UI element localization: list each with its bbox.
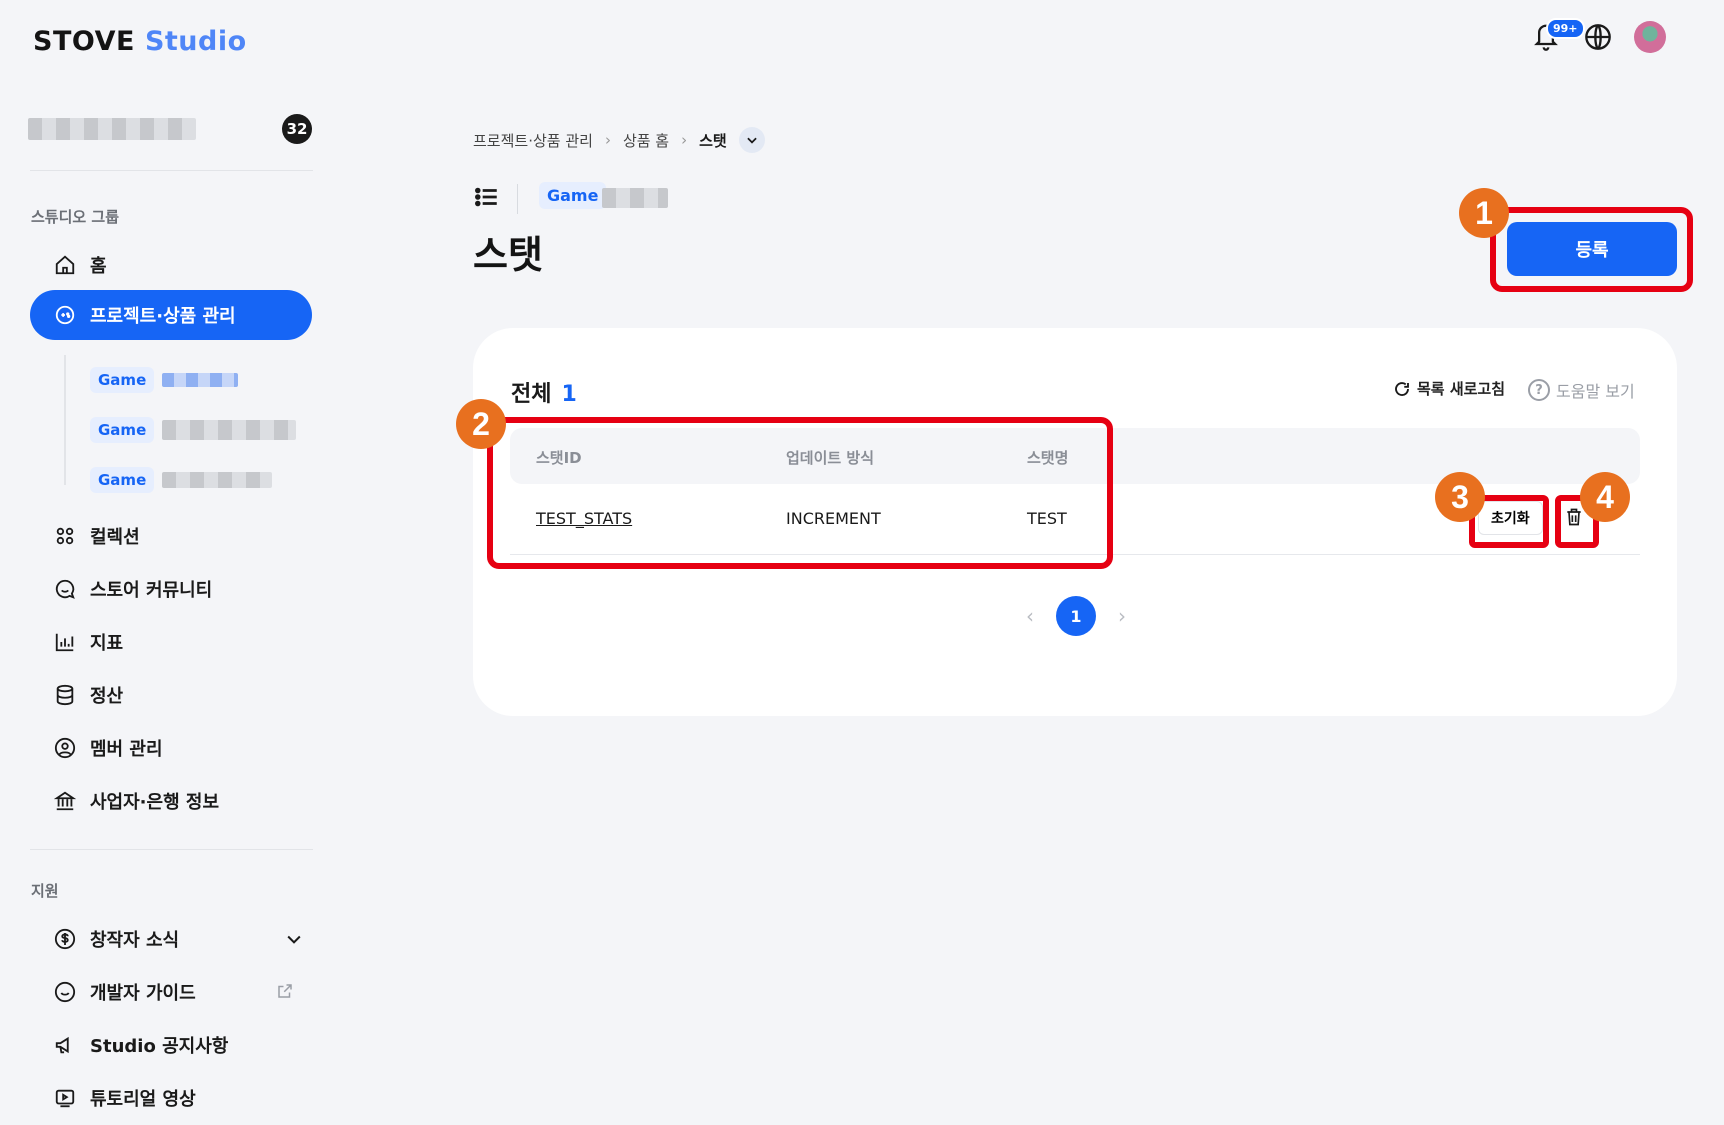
breadcrumb-dropdown[interactable]: [738, 127, 765, 153]
breadcrumb-item[interactable]: 상품 홈: [623, 130, 669, 151]
project-name-blurred: [162, 420, 297, 440]
sidebar-item-label: 컬렉션: [90, 527, 140, 548]
sidebar-item-label: 홈: [90, 256, 107, 277]
breadcrumb-current: 스탯: [699, 131, 727, 150]
sidebar-item-label: 정산: [90, 686, 124, 707]
next-page-button[interactable]: ›: [1118, 604, 1126, 628]
collection-icon: [56, 527, 74, 545]
sidebar-item-collection[interactable]: 컬렉션: [30, 511, 312, 561]
bank-icon: [54, 791, 76, 811]
notification-badge: 99+: [1546, 18, 1585, 39]
support-label: 지원: [31, 882, 59, 900]
help-label: 도움말 보기: [1556, 382, 1635, 401]
studio-logo[interactable]: STOVE Studio: [33, 26, 247, 57]
register-button[interactable]: 등록: [1507, 222, 1677, 276]
refresh-label: 목록 새로고침: [1417, 380, 1506, 398]
project-sub-item[interactable]: Game: [66, 405, 297, 455]
refresh-list-button[interactable]: 목록 새로고침: [1393, 378, 1505, 399]
sidebar-item-label: 멤버 관리: [90, 739, 163, 760]
project-name-blurred: [602, 188, 668, 208]
notification-button[interactable]: 99+: [1532, 18, 1585, 54]
avatar[interactable]: [1634, 21, 1666, 53]
sidebar-item-label: 스토어 커뮤니티: [90, 580, 213, 601]
sidebar-item-store-community[interactable]: 스토어 커뮤니티: [30, 564, 312, 614]
user-circle-icon: [54, 737, 76, 759]
sidebar-item-label: 지표: [90, 633, 124, 654]
game-tag: Game: [90, 367, 155, 393]
highlight-box-table: [487, 417, 1113, 569]
page-title: 스탯: [473, 233, 543, 277]
help-icon: ?: [1528, 379, 1550, 401]
sidebar-divider: [30, 170, 313, 171]
breadcrumb: 프로젝트·상품 관리 › 상품 홈 › 스탯: [473, 127, 765, 153]
globe-icon[interactable]: [1584, 23, 1612, 51]
list-icon[interactable]: [474, 184, 500, 210]
database-icon: [56, 684, 74, 706]
step-marker: 4: [1580, 472, 1630, 522]
sidebar-item-studio-notice[interactable]: Studio 공지사항: [30, 1020, 312, 1070]
home-icon: [55, 255, 75, 275]
refresh-icon: [1395, 381, 1409, 396]
project-sub-list: Game Game Game: [64, 355, 297, 493]
chat-smile-icon: [55, 579, 75, 599]
logo-studio: Studio: [144, 26, 247, 57]
chevron-right-icon: ›: [604, 131, 611, 149]
sidebar-item-settlement[interactable]: 정산: [30, 670, 312, 720]
megaphone-icon: [55, 1036, 69, 1054]
project-sub-item[interactable]: Game: [66, 355, 296, 405]
help-button[interactable]: ? 도움말 보기: [1528, 378, 1635, 402]
studio-group-label: 스튜디오 그룹: [31, 208, 120, 226]
project-sub-item[interactable]: Game: [66, 455, 296, 505]
project-name-blurred: [162, 373, 239, 387]
sidebar-item-metrics[interactable]: 지표: [30, 617, 312, 667]
external-link-icon: [278, 984, 292, 998]
sidebar-item-creator-news[interactable]: 창작자 소식: [30, 914, 312, 964]
project-name-blurred: [162, 472, 273, 488]
support-nav: 창작자 소식 개발자 가이드 Studio 공지사항 튜토리얼 영상: [30, 914, 312, 1123]
step-marker: 1: [1459, 188, 1509, 238]
game-tag: Game: [90, 467, 155, 493]
sidebar-item-label: 프로젝트·상품 관리: [90, 306, 236, 327]
gamepad-icon: [55, 305, 75, 325]
logo-stove: STOVE: [33, 26, 135, 57]
sidebar-item-label: 창작자 소식: [90, 930, 180, 951]
sidebar-nav-more: 컬렉션 스토어 커뮤니티 지표 정산 멤버 관리 사업자·은행 정보: [30, 511, 312, 826]
play-video-icon: [55, 1089, 75, 1108]
header-separator: [517, 184, 518, 214]
game-tag: Game: [539, 182, 607, 209]
prev-page-button[interactable]: ‹: [1026, 604, 1034, 628]
step-marker: 3: [1435, 472, 1485, 522]
breadcrumb-item[interactable]: 프로젝트·상품 관리: [473, 130, 593, 151]
dollar-circle-icon: [54, 928, 76, 950]
sidebar-item-business-bank[interactable]: 사업자·은행 정보: [30, 776, 312, 826]
sidebar-item-members[interactable]: 멤버 관리: [30, 723, 312, 773]
game-tag: Game: [90, 417, 155, 443]
total-count: 전체 1: [511, 376, 577, 408]
studio-name-blurred[interactable]: [28, 118, 196, 140]
header-actions: 99+: [1532, 18, 1666, 54]
chevron-right-icon: ›: [681, 131, 688, 149]
sidebar-item-tutorial-video[interactable]: 튜토리얼 영상: [30, 1073, 312, 1123]
sidebar-item-project-management[interactable]: 프로젝트·상품 관리: [30, 290, 312, 340]
sidebar-item-label: 튜토리얼 영상: [90, 1089, 196, 1110]
pagination: ‹ 1 ›: [1026, 596, 1126, 636]
chevron-down-icon: [747, 137, 757, 144]
total-label: 전체: [511, 382, 552, 407]
sidebar-divider: [30, 849, 313, 850]
bar-chart-icon: [55, 633, 74, 652]
sidebar-item-label: Studio 공지사항: [90, 1036, 229, 1057]
sidebar-item-label: 개발자 가이드: [90, 983, 196, 1004]
page-number-current[interactable]: 1: [1056, 596, 1096, 636]
chevron-down-icon[interactable]: [284, 929, 304, 949]
sidebar-item-label: 사업자·은행 정보: [90, 792, 220, 813]
smile-icon: [54, 981, 76, 1003]
step-marker: 2: [456, 399, 506, 449]
total-count-value: 1: [561, 382, 577, 407]
sidebar-item-dev-guide[interactable]: 개발자 가이드: [30, 967, 312, 1017]
sidebar-nav: 홈 프로젝트·상품 관리: [30, 240, 312, 340]
sidebar-item-home[interactable]: 홈: [30, 240, 312, 290]
studio-count-badge: 32: [282, 114, 312, 144]
